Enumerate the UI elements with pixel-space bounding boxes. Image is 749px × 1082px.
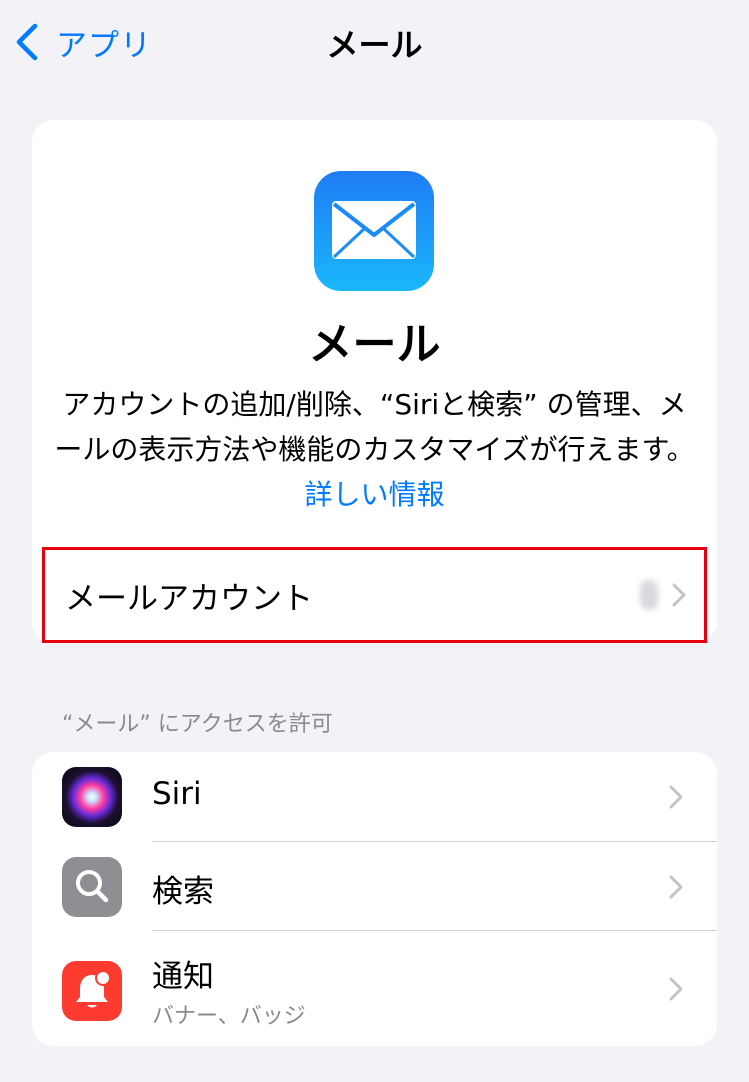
list-item-label: 検索 <box>152 874 214 910</box>
mail-envelope-icon <box>332 201 416 259</box>
learn-more-link[interactable]: 詳しい情報 <box>304 478 444 511</box>
siri-icon <box>62 767 122 827</box>
page-title: メール <box>326 26 423 64</box>
mail-app-icon <box>314 171 434 291</box>
chevron-right-icon <box>669 977 683 1001</box>
list-item-search[interactable]: 検索 <box>32 842 717 930</box>
navigation-bar: アプリ メール <box>0 0 749 84</box>
mail-accounts-row[interactable]: メールアカウント <box>42 547 707 643</box>
mail-accounts-label: メールアカウント <box>65 580 313 617</box>
list-item-siri[interactable]: Siri <box>32 752 717 841</box>
chevron-right-icon <box>672 583 686 607</box>
app-name: メール <box>308 319 441 370</box>
search-icon <box>62 857 122 917</box>
access-list: Siri 検索 通知 バナー、バッジ <box>32 752 717 1046</box>
list-item-sublabel: バナー、バッジ <box>152 1004 306 1029</box>
access-section-header: “メール” にアクセスを許可 <box>62 712 333 737</box>
chevron-right-icon <box>669 875 683 899</box>
notification-bell-icon <box>62 961 122 1021</box>
description-text: アカウントの追加/削除、“Siriと検索” の管理、メールの表示方法や機能のカス… <box>54 388 695 466</box>
app-description: アカウントの追加/削除、“Siriと検索” の管理、メールの表示方法や機能のカス… <box>54 382 695 517</box>
chevron-right-icon <box>669 785 683 809</box>
account-count-blurred <box>640 580 658 610</box>
list-item-notifications[interactable]: 通知 バナー、バッジ <box>32 931 717 1046</box>
list-item-label: Siri <box>152 776 202 812</box>
app-info-card: メール アカウントの追加/削除、“Siriと検索” の管理、メールの表示方法や機… <box>32 120 717 643</box>
list-item-label: 通知 <box>152 959 214 995</box>
